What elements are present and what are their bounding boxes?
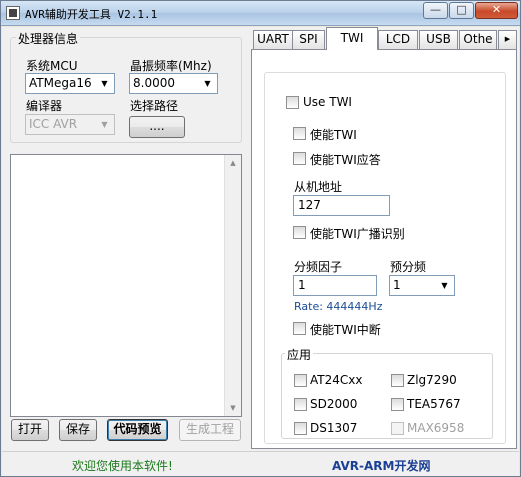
ds1307-checkbox[interactable] [294, 422, 307, 435]
use-twi-label: Use TWI [303, 95, 352, 109]
code-preview-button[interactable]: 代码预览 [107, 419, 168, 441]
enable-interrupt-label: 使能TWI中断 [310, 323, 381, 337]
enable-broadcast-checkbox[interactable] [293, 226, 306, 239]
ds1307-label: DS1307 [310, 421, 358, 435]
vertical-scrollbar[interactable]: ▲ ▼ [224, 155, 241, 416]
main-window: AVR辅助开发工具 V2.1.1 — □ ✕ 处理器信息 系统MCU ATMeg… [0, 0, 521, 477]
generate-project-button[interactable]: 生成工程 [179, 419, 241, 441]
processor-info-title: 处理器信息 [16, 30, 81, 47]
minimize-button[interactable]: — [423, 2, 448, 19]
freq-label: 晶振频率(Mhz) [130, 59, 212, 73]
chevron-down-icon: ▼ [441, 281, 448, 290]
scroll-down-icon[interactable]: ▼ [225, 400, 241, 416]
freq-value: 8.0000 [133, 76, 175, 90]
client-area: 处理器信息 系统MCU ATMega16 ▼ 晶振频率(Mhz) 8.0000 … [2, 27, 519, 451]
browse-path-button[interactable]: .... [129, 116, 185, 138]
max6958-label: MAX6958 [407, 421, 465, 435]
tab-scroll-right-icon[interactable]: ▶ [498, 30, 517, 49]
max6958-checkbox[interactable] [391, 422, 404, 435]
divider-input[interactable]: 1 [293, 275, 377, 296]
mcu-value: ATMega16 [29, 76, 92, 90]
code-preview-area[interactable]: ▲ ▼ [10, 154, 242, 417]
prescale-select[interactable]: 1 ▼ [389, 275, 455, 296]
tab-strip: UART SPI TWI LCD USB Othe ▶ [251, 27, 519, 51]
tab-lcd[interactable]: LCD [378, 30, 418, 49]
enable-interrupt-checkbox[interactable] [293, 322, 306, 335]
tab-twi[interactable]: TWI [326, 27, 378, 50]
use-twi-checkbox[interactable] [286, 96, 299, 109]
prescale-label: 预分频 [390, 260, 427, 274]
rate-text: Rate: 444444Hz [294, 300, 383, 313]
scroll-up-icon[interactable]: ▲ [225, 155, 241, 171]
window-title: AVR辅助开发工具 V2.1.1 [25, 8, 158, 21]
app-icon [6, 6, 20, 20]
zlg7290-checkbox[interactable] [391, 374, 404, 387]
open-button[interactable]: 打开 [11, 419, 49, 441]
close-button[interactable]: ✕ [475, 2, 518, 19]
compiler-value: ICC AVR [29, 117, 78, 131]
maximize-button[interactable]: □ [449, 2, 474, 19]
at24cxx-checkbox[interactable] [294, 374, 307, 387]
site-link[interactable]: AVR-ARM开发网 [332, 457, 430, 474]
tab-spi[interactable]: SPI [292, 30, 325, 49]
zlg7290-label: Zlg7290 [407, 373, 457, 387]
tea5767-label: TEA5767 [407, 397, 461, 411]
sd2000-checkbox[interactable] [294, 398, 307, 411]
compiler-select[interactable]: ICC AVR ▼ [25, 114, 115, 135]
chevron-down-icon: ▼ [101, 120, 108, 129]
enable-ack-label: 使能TWI应答 [310, 153, 381, 167]
title-bar[interactable]: AVR辅助开发工具 V2.1.1 — □ ✕ [1, 1, 520, 26]
chevron-down-icon: ▼ [204, 79, 211, 88]
path-label: 选择路径 [130, 99, 179, 113]
slave-addr-label: 从机地址 [294, 180, 343, 194]
mcu-select[interactable]: ATMega16 ▼ [25, 73, 115, 94]
status-bar: 欢迎您使用本软件! AVR-ARM开发网 [2, 451, 519, 476]
application-group-title: 应用 [285, 346, 314, 363]
welcome-text: 欢迎您使用本软件! [72, 459, 173, 473]
divider-label: 分频因子 [294, 260, 343, 274]
sd2000-label: SD2000 [310, 397, 358, 411]
freq-select[interactable]: 8.0000 ▼ [129, 73, 218, 94]
tea5767-checkbox[interactable] [391, 398, 404, 411]
enable-ack-checkbox[interactable] [293, 152, 306, 165]
tab-other[interactable]: Othe [459, 30, 497, 49]
at24cxx-label: AT24Cxx [310, 373, 363, 387]
slave-addr-input[interactable]: 127 [293, 195, 390, 216]
mcu-label: 系统MCU [26, 59, 78, 73]
tab-uart[interactable]: UART [253, 30, 293, 49]
prescale-value: 1 [393, 278, 401, 292]
save-button[interactable]: 保存 [59, 419, 97, 441]
enable-broadcast-label: 使能TWI广播识别 [310, 227, 405, 241]
twi-panel: Use TWI 使能TWI 使能TWI应答 从机地址 127 使能TWI广播识别… [251, 49, 517, 449]
chevron-down-icon: ▼ [101, 79, 108, 88]
enable-twi-label: 使能TWI [310, 128, 357, 142]
enable-twi-checkbox[interactable] [293, 127, 306, 140]
tab-usb[interactable]: USB [419, 30, 458, 49]
compiler-label: 编译器 [26, 99, 63, 113]
